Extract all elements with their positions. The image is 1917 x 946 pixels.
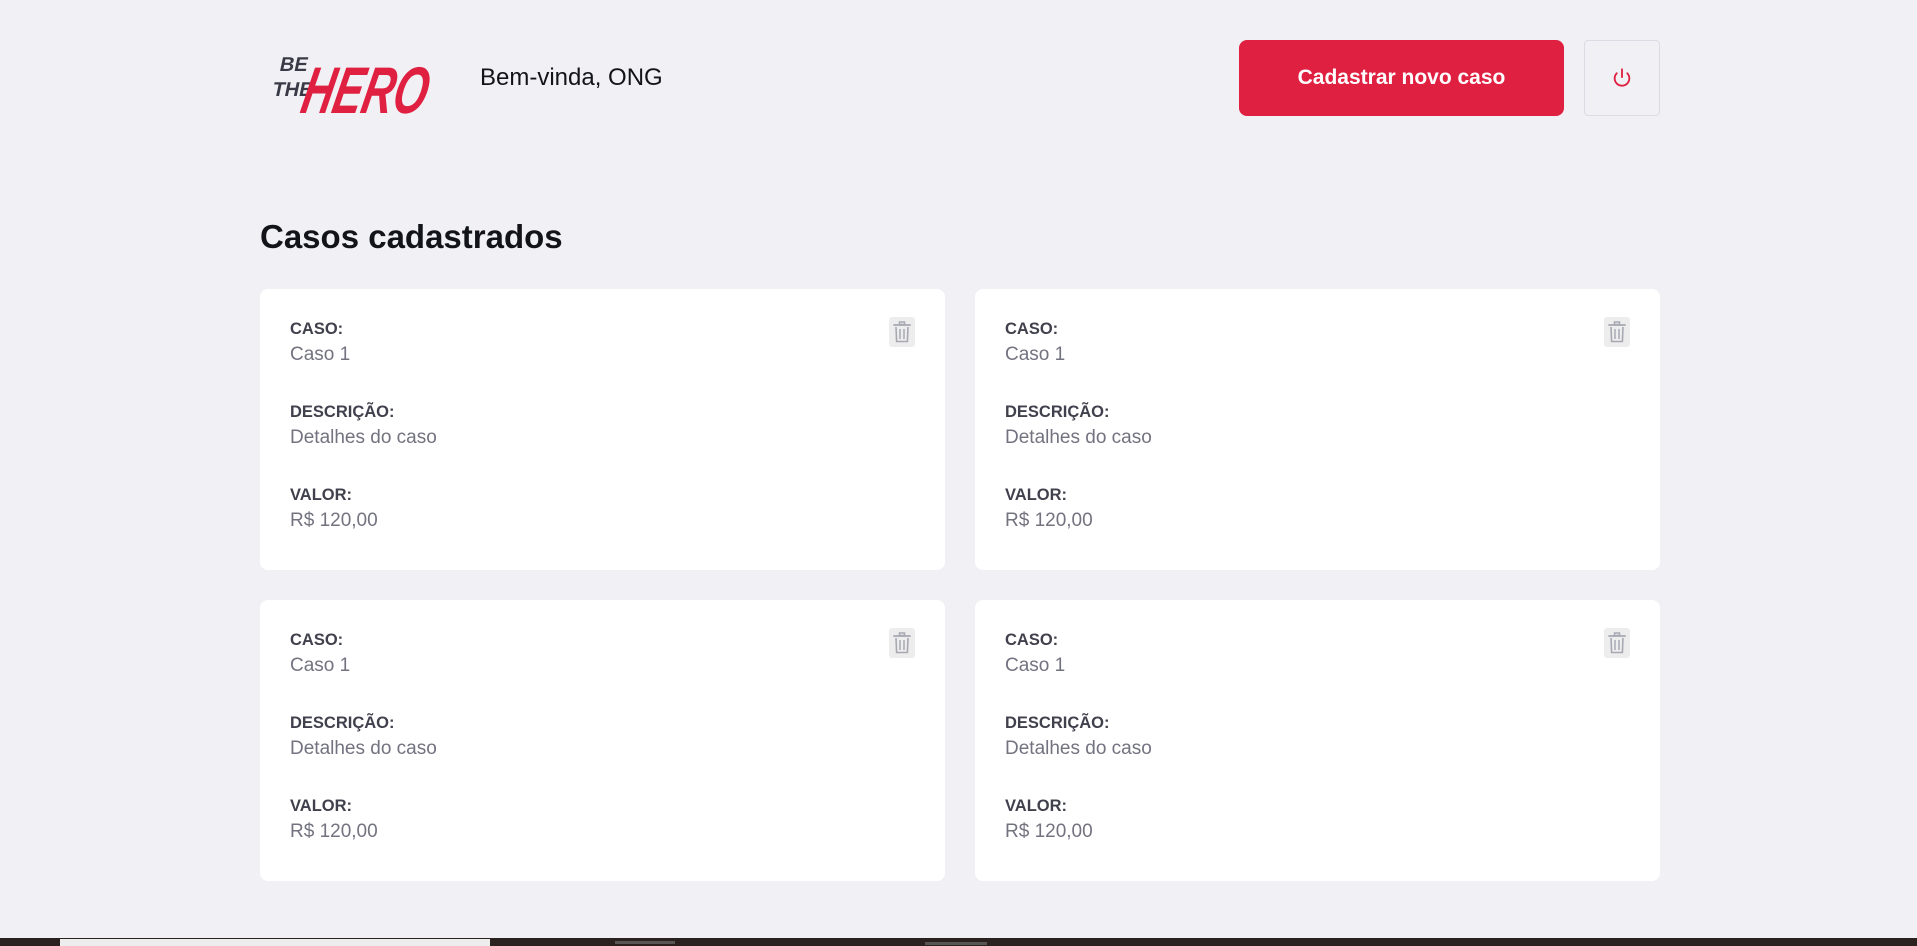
case-title: Caso 1 xyxy=(290,344,351,365)
case-label: CASO: xyxy=(1005,631,1059,649)
os-taskbar xyxy=(0,938,1917,946)
value-label: VALOR: xyxy=(290,486,353,504)
taskbar-indicator xyxy=(615,941,675,944)
description-label: DESCRIÇÃO: xyxy=(290,714,395,732)
delete-case-button[interactable] xyxy=(889,628,915,658)
logout-button[interactable] xyxy=(1584,40,1660,116)
power-icon xyxy=(1613,68,1631,87)
taskbar-indicator xyxy=(925,942,987,945)
page-title: Casos cadastrados xyxy=(260,218,563,255)
profile-page: BE THE HERO Bem-vinda, ONG Cadastrar nov… xyxy=(0,0,1917,946)
logo-graphic: BE THE HERO xyxy=(270,54,437,119)
value-label: VALOR: xyxy=(290,797,353,815)
case-card: CASO: Caso 1 DESCRIÇÃO: Detalhes do caso V… xyxy=(975,600,1660,881)
case-value: R$ 120,00 xyxy=(290,821,378,842)
delete-case-button[interactable] xyxy=(1604,317,1630,347)
case-title: Caso 1 xyxy=(1005,655,1066,676)
header-actions: Cadastrar novo caso xyxy=(1239,40,1660,116)
trash-icon xyxy=(1608,321,1626,343)
case-description: Detalhes do caso xyxy=(1005,738,1152,759)
trash-icon xyxy=(1608,632,1626,654)
case-card: CASO: Caso 1 DESCRIÇÃO: Detalhes do caso V… xyxy=(260,600,945,881)
welcome-text: Bem-vinda, ONG xyxy=(480,64,663,91)
svg-text:BE: BE xyxy=(278,54,310,76)
case-card: CASO: Caso 1 DESCRIÇÃO: Detalhes do caso V… xyxy=(975,289,1660,570)
case-value: R$ 120,00 xyxy=(1005,510,1093,531)
be-the-hero-logo: BE THE HERO xyxy=(260,37,450,119)
case-value: R$ 120,00 xyxy=(1005,821,1093,842)
case-description: Detalhes do caso xyxy=(290,427,437,448)
case-title: Caso 1 xyxy=(290,655,351,676)
delete-case-button[interactable] xyxy=(1604,628,1630,658)
value-label: VALOR: xyxy=(1005,486,1068,504)
description-label: DESCRIÇÃO: xyxy=(1005,714,1110,732)
case-label: CASO: xyxy=(290,320,344,338)
taskbar-window-thumbnail[interactable] xyxy=(60,939,490,946)
case-value: R$ 120,00 xyxy=(290,510,378,531)
header: BE THE HERO Bem-vinda, ONG Cadastrar nov… xyxy=(260,37,1660,119)
case-description: Detalhes do caso xyxy=(1005,427,1152,448)
description-label: DESCRIÇÃO: xyxy=(1005,403,1110,421)
description-label: DESCRIÇÃO: xyxy=(290,403,395,421)
case-description: Detalhes do caso xyxy=(290,738,437,759)
trash-icon xyxy=(893,632,911,654)
new-case-button[interactable]: Cadastrar novo caso xyxy=(1239,40,1564,116)
cases-list: CASO: Caso 1 DESCRIÇÃO: Detalhes do caso V… xyxy=(260,289,1660,881)
trash-icon xyxy=(893,321,911,343)
case-label: CASO: xyxy=(1005,320,1059,338)
case-label: CASO: xyxy=(290,631,344,649)
case-card: CASO: Caso 1 DESCRIÇÃO: Detalhes do caso V… xyxy=(260,289,945,570)
svg-text:HERO: HERO xyxy=(296,55,437,119)
delete-case-button[interactable] xyxy=(889,317,915,347)
value-label: VALOR: xyxy=(1005,797,1068,815)
case-title: Caso 1 xyxy=(1005,344,1066,365)
